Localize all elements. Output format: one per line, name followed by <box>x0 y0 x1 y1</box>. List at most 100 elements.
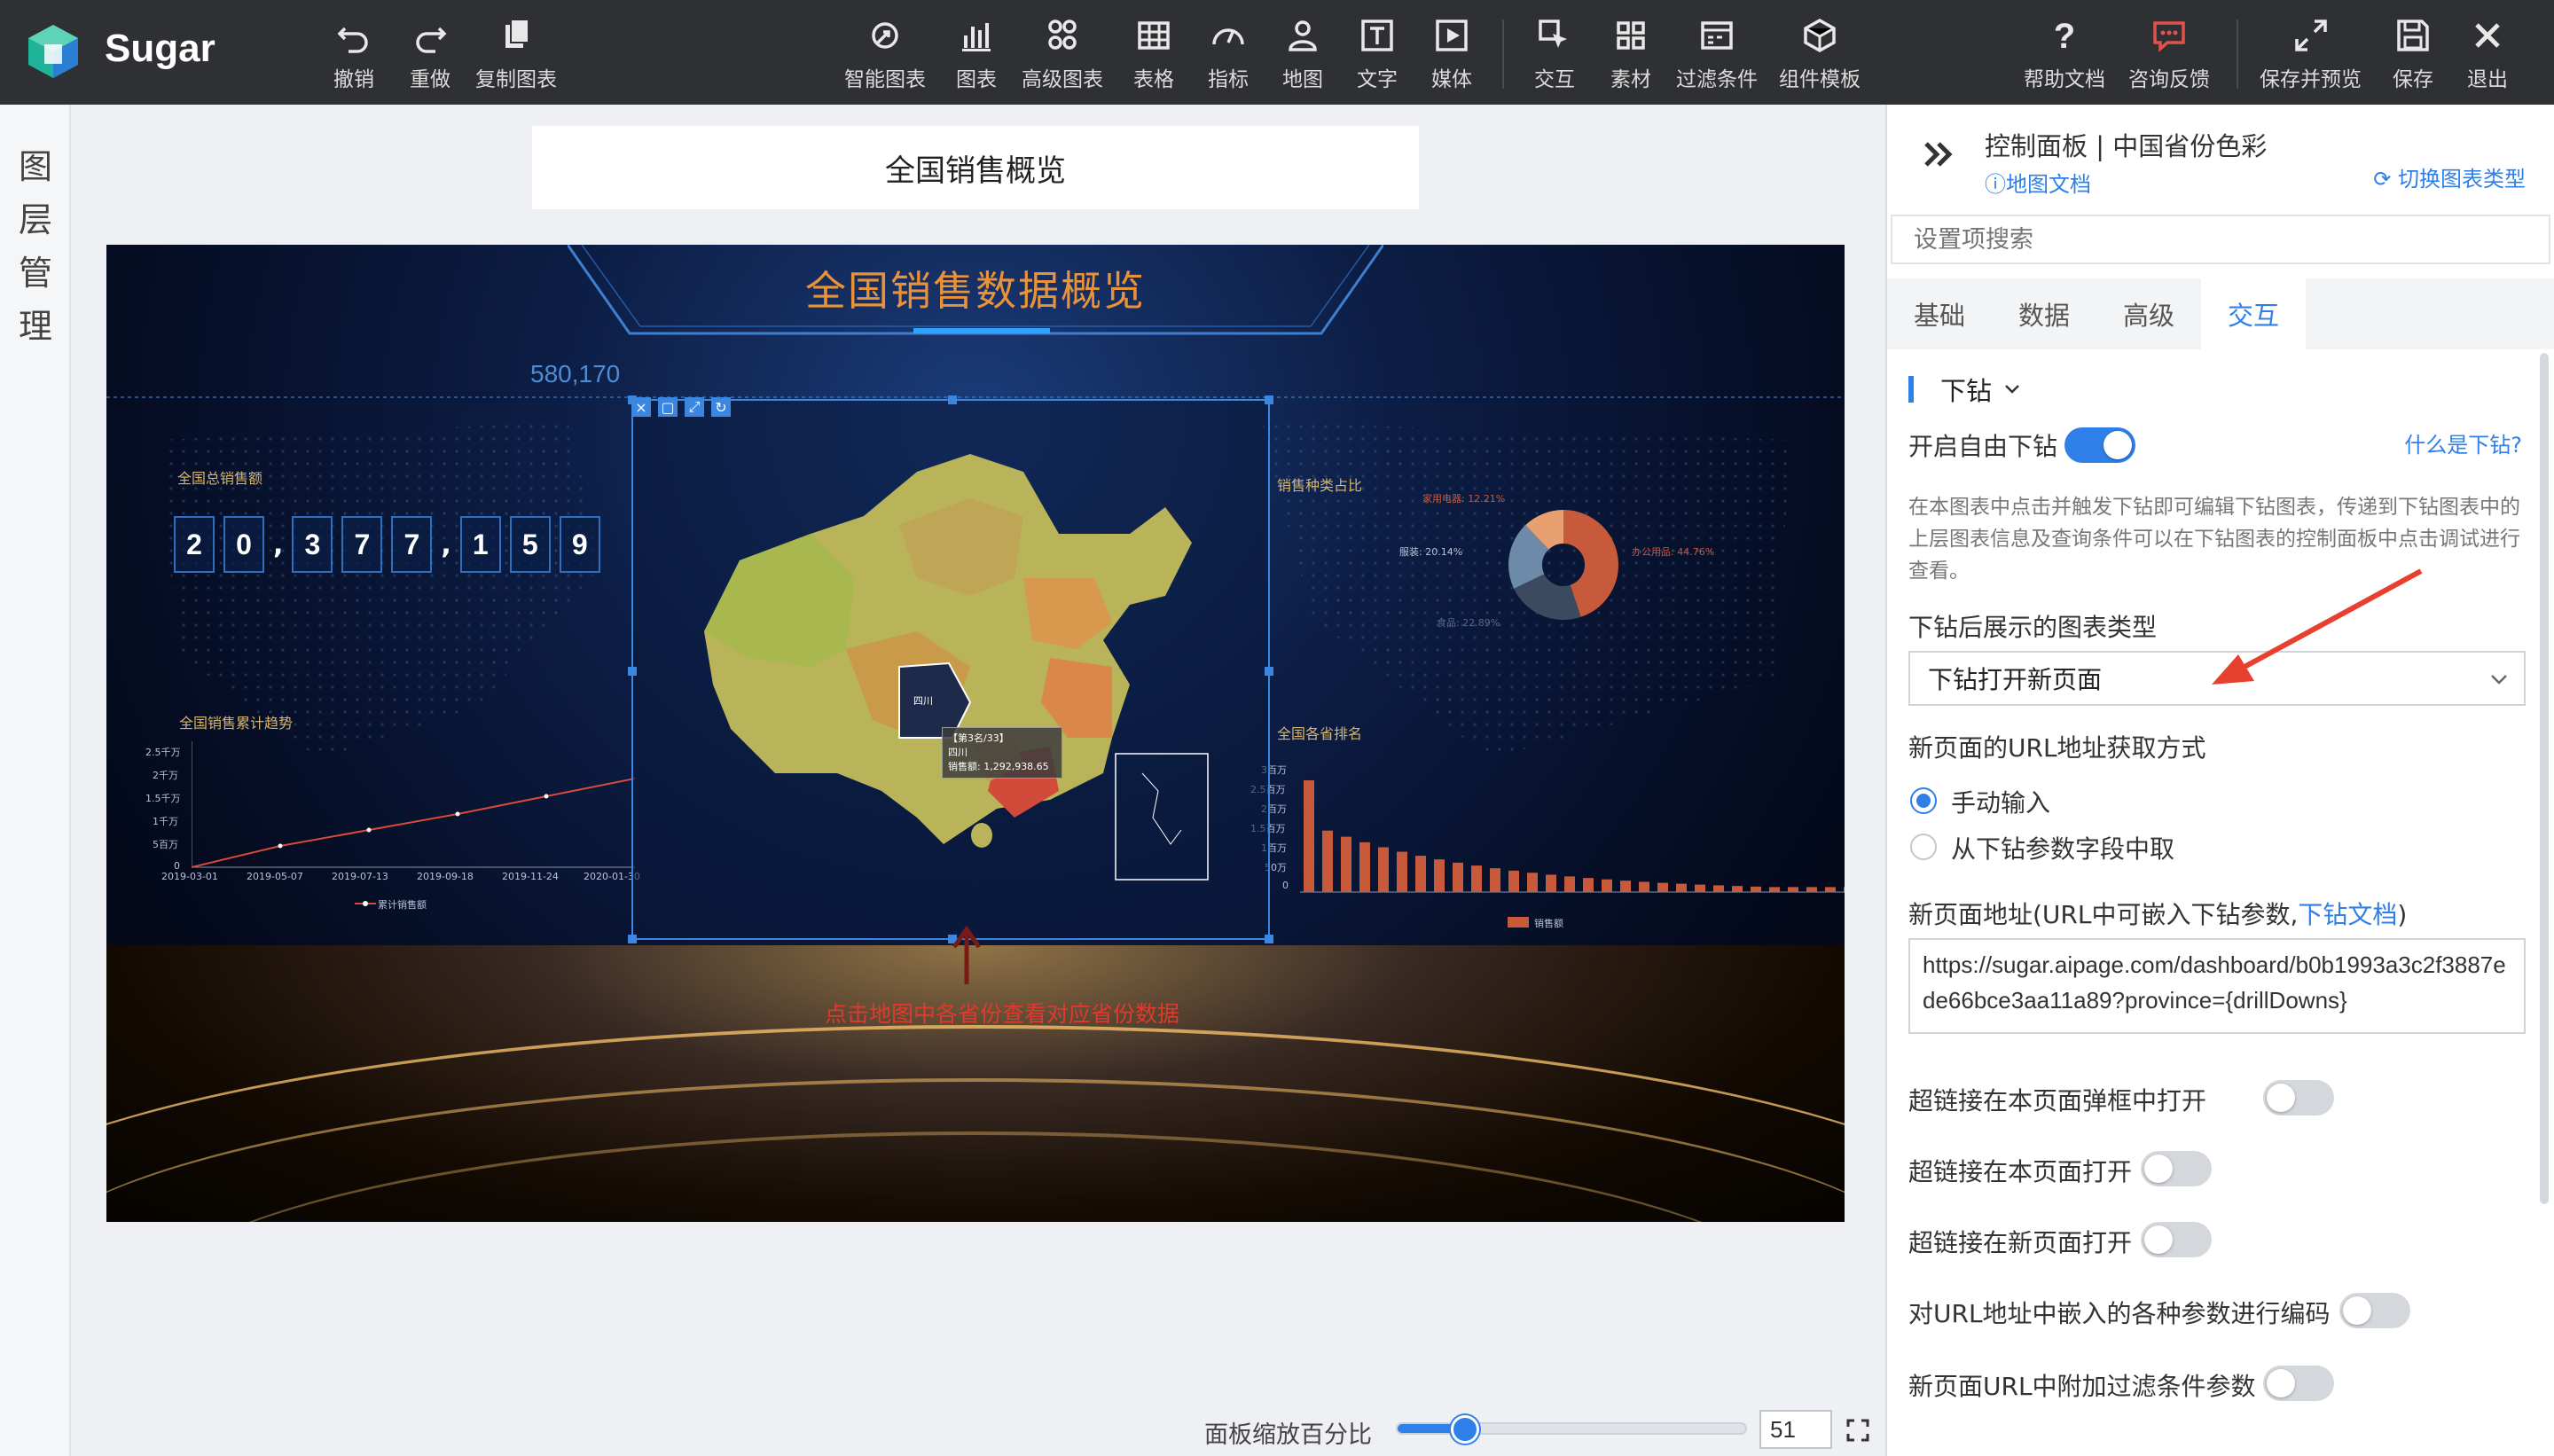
save-preview-button[interactable]: 保存并预览 <box>2260 16 2362 94</box>
filter-button[interactable]: 过滤条件 <box>1676 16 1758 94</box>
resize-handle[interactable] <box>628 667 637 676</box>
toolbar-divider <box>1502 20 1504 89</box>
layer-panel-toggle[interactable]: 图层管理 <box>0 105 71 1456</box>
tab-advanced[interactable]: 高级 <box>2096 278 2201 349</box>
exit-button[interactable]: 退出 <box>2467 16 2508 94</box>
ranking-bar <box>1583 878 1594 892</box>
resize-handle[interactable] <box>628 935 637 943</box>
undo-button[interactable]: 撤销 <box>333 16 374 94</box>
ranking-bar <box>1769 887 1780 892</box>
smart-chart-label: 智能图表 <box>844 68 926 91</box>
copy-chart-button[interactable]: 复制图表 <box>475 16 557 94</box>
advanced-chart-button[interactable]: 高级图表 <box>1022 16 1103 94</box>
help-doc-button[interactable]: ? 帮助文档 <box>2024 16 2105 94</box>
trend-x-tick: 2019-03-01 <box>161 871 218 882</box>
counter-digit: 2 <box>174 516 215 573</box>
smart-chart-button[interactable]: 智能图表 <box>844 16 926 94</box>
new-page-url-textarea[interactable]: https://sugar.aipage.com/dashboard/b0b19… <box>1908 938 2526 1034</box>
fullscreen-component-icon[interactable]: ⤢ <box>685 397 704 417</box>
trend-x-tick: 2019-09-18 <box>417 871 474 882</box>
resize-handle[interactable] <box>948 395 957 404</box>
feedback-button[interactable]: 咨询反馈 <box>2128 16 2210 94</box>
settings-search-input[interactable] <box>1891 215 2550 264</box>
undo-icon <box>337 27 368 53</box>
opt-encode-toggle[interactable] <box>2339 1293 2410 1328</box>
map-button[interactable]: 地图 <box>1282 16 1323 94</box>
feedback-label: 咨询反馈 <box>2128 68 2210 91</box>
ranking-bar <box>1751 886 1761 892</box>
trend-y-tick: 5百万 <box>153 839 178 850</box>
counter-separator: , <box>441 528 451 560</box>
url-method-field-radio[interactable] <box>1910 834 1937 860</box>
collapse-panel-icon[interactable] <box>1921 137 1956 172</box>
page-title[interactable]: 全国销售概览 <box>532 126 1419 209</box>
map-doc-label: 地图文档 <box>2006 172 2091 197</box>
opt-new-page-label: 超链接在新页面打开 <box>1908 1228 2133 1257</box>
chart-type-value: 下钻打开新页面 <box>1928 665 2103 694</box>
drilldown-section-header[interactable]: 下钻 <box>1908 371 2522 408</box>
text-icon <box>1361 20 1393 51</box>
indicator-button[interactable]: 指标 <box>1208 16 1249 94</box>
url-method-manual-label[interactable]: 手动输入 <box>1951 784 2522 819</box>
panel-scrollbar[interactable] <box>2540 353 2549 1204</box>
component-template-button[interactable]: 组件模板 <box>1779 16 1861 94</box>
refresh-component-icon[interactable]: ↻ <box>711 397 731 417</box>
save-button[interactable]: 保存 <box>2393 16 2433 94</box>
resize-handle[interactable] <box>1265 395 1273 404</box>
opt-filter-toggle[interactable] <box>2263 1366 2334 1401</box>
text-label: 文字 <box>1357 68 1398 91</box>
redo-button[interactable]: 重做 <box>410 16 450 94</box>
zoom-label: 面板缩放百分比 <box>1204 1421 1372 1449</box>
zoom-input[interactable] <box>1759 1410 1832 1449</box>
component-template-label: 组件模板 <box>1779 68 1861 91</box>
pie-label: 家用电器: 12.21% <box>1422 493 1506 505</box>
switch-chart-type-label: 切换图表类型 <box>2398 167 2526 192</box>
opt-new-page-toggle[interactable] <box>2141 1222 2212 1257</box>
counter-digit: 9 <box>559 516 600 573</box>
switch-chart-type-link[interactable]: ⟳ 切换图表类型 <box>2373 161 2526 192</box>
table-button[interactable]: 表格 <box>1133 16 1174 94</box>
china-map <box>704 454 1209 881</box>
what-is-drilldown-link[interactable]: 什么是下钻? <box>2404 427 2522 458</box>
layer-panel-label: 图层管理 <box>18 147 52 346</box>
zoom-slider[interactable] <box>1396 1415 1747 1444</box>
opt-this-page-toggle[interactable] <box>2141 1151 2212 1186</box>
tab-interaction[interactable]: 交互 <box>2201 278 2306 349</box>
opt-modal-toggle[interactable] <box>2263 1080 2334 1115</box>
map-province-label: 四川 <box>913 695 933 707</box>
url-method-label: 新页面的URL地址获取方式 <box>1908 733 2206 763</box>
delete-component-icon[interactable]: × <box>631 397 651 417</box>
china-map-component[interactable]: 四川 【第3名/33】 四川 销售额: 1,292,938.65 <box>628 395 1273 943</box>
ranking-bar <box>1844 887 1845 892</box>
url-label-suffix: ) <box>2397 900 2408 929</box>
ranking-bar <box>1602 879 1612 892</box>
resize-handle[interactable] <box>1265 935 1273 943</box>
map-doc-link[interactable]: ⓘ地图文档 <box>1985 167 2091 198</box>
text-button[interactable]: 文字 <box>1357 16 1398 94</box>
help-circle-icon: ⓘ <box>1985 172 2006 197</box>
ranking-bar <box>1341 836 1351 892</box>
tab-basic[interactable]: 基础 <box>1887 278 1992 349</box>
trend-y-tick: 1千万 <box>153 816 178 827</box>
chart-button[interactable]: 图表 <box>956 16 997 94</box>
dashboard-canvas[interactable]: 全国销售数据概览 580,170 全国总销售额 2 0 , 3 7 7 , 1 … <box>106 245 1845 1222</box>
redo-icon <box>416 27 447 53</box>
zoom-slider-handle[interactable] <box>1450 1415 1479 1444</box>
url-method-field-label[interactable]: 从下钻参数字段中取 <box>1951 830 2522 865</box>
interaction-button[interactable]: 交互 <box>1534 16 1575 94</box>
section-marker <box>1908 376 1914 403</box>
interaction-icon <box>1539 20 1567 48</box>
media-button[interactable]: 媒体 <box>1431 16 1472 94</box>
url-method-manual-radio[interactable] <box>1910 787 1937 814</box>
fullscreen-icon[interactable] <box>1846 1419 1869 1442</box>
material-button[interactable]: 素材 <box>1610 16 1651 94</box>
copy-component-icon[interactable]: ▢ <box>658 397 678 417</box>
counter-digit: 5 <box>509 516 551 573</box>
tab-data[interactable]: 数据 <box>1992 278 2096 349</box>
counter-digit: 1 <box>459 516 501 573</box>
control-panel: 控制面板 | 中国省份色彩 ⓘ地图文档 ⟳ 切换图表类型 基础 数据 高级 交互… <box>1885 105 2554 1456</box>
drilldown-doc-link[interactable]: 下钻文档 <box>2298 900 2397 929</box>
material-label: 素材 <box>1610 68 1651 91</box>
enable-drilldown-toggle[interactable] <box>2064 427 2135 463</box>
resize-handle[interactable] <box>1265 667 1273 676</box>
